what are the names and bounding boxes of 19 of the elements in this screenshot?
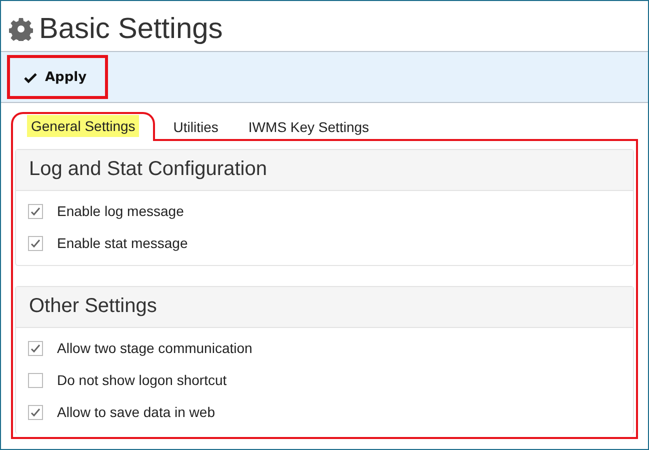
gear-icon (9, 17, 33, 41)
checkbox[interactable] (28, 372, 43, 388)
checkbox[interactable] (28, 204, 43, 218)
section-title: Other Settings (16, 287, 633, 328)
checkbox-label: Do not show logon shortcut (57, 372, 227, 388)
checkbox-label: Allow to save data in web (57, 404, 215, 420)
tab[interactable]: Utilities (161, 115, 230, 139)
checkbox-label: Allow two stage communication (57, 340, 252, 356)
checkbox-label: Enable log message (57, 203, 184, 219)
apply-button[interactable]: Apply (7, 55, 108, 99)
checkbox-label: Enable stat message (57, 235, 188, 251)
checkbox[interactable] (28, 340, 43, 356)
checkbox[interactable] (28, 404, 43, 420)
tab[interactable]: IWMS Key Settings (236, 115, 382, 139)
tab[interactable]: General Settings (11, 112, 156, 141)
check-icon (24, 70, 37, 84)
section-title: Log and Stat Configuration (16, 150, 633, 191)
page-title: Basic Settings (39, 12, 223, 46)
checkbox[interactable] (28, 236, 43, 250)
